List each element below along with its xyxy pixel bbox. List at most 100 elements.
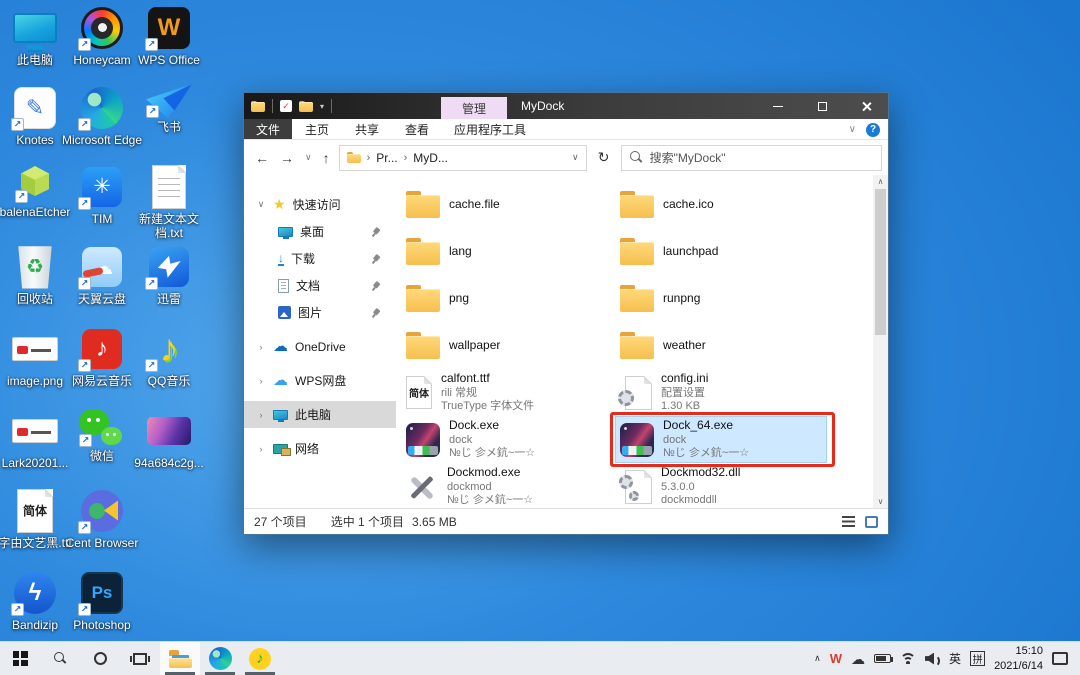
- start-button[interactable]: [0, 642, 40, 675]
- file-item-dockmod-exe[interactable]: Dockmod.exe dockmod №じ 㐱メ鈧~一☆: [401, 463, 613, 510]
- desktop-icon-cent-browser[interactable]: ↗ Cent Browser: [68, 487, 136, 551]
- file-item-weather[interactable]: weather: [615, 322, 827, 369]
- file-detail: dockmod: [447, 481, 533, 495]
- file-item-cache-file[interactable]: cache.file: [401, 181, 613, 228]
- address-dropdown-icon[interactable]: ∨: [572, 152, 579, 163]
- action-center-icon[interactable]: [1052, 652, 1068, 665]
- recent-locations-icon[interactable]: ∨: [305, 152, 312, 163]
- desktop-icon-photoshop[interactable]: Ps↗ Photoshop: [68, 569, 136, 633]
- nav-label: 文档: [296, 277, 320, 294]
- properties-check-icon[interactable]: ✓: [280, 100, 292, 112]
- taskbar-search-button[interactable]: [40, 642, 80, 675]
- ime-language[interactable]: 英: [949, 650, 961, 667]
- nav-wps-drive[interactable]: › ☁ WPS网盘: [244, 367, 396, 394]
- nav-quick-access[interactable]: ∨ ★ 快速访问: [244, 191, 396, 218]
- nav-desktop[interactable]: 桌面: [244, 218, 396, 245]
- breadcrumb-parent[interactable]: Pr...: [376, 151, 397, 165]
- chevron-right-icon[interactable]: ›: [256, 376, 266, 386]
- volume-icon[interactable]: [925, 653, 940, 665]
- manage-context-tab[interactable]: 管理: [441, 97, 507, 119]
- thumbnail-view-icon[interactable]: [865, 516, 878, 528]
- chevron-right-icon[interactable]: ›: [256, 444, 266, 454]
- file-item-calfont-ttf[interactable]: 简体 calfont.ttf rili 常规 TrueType 字体文件: [401, 369, 613, 416]
- nav-network[interactable]: › 网络: [244, 435, 396, 462]
- chevron-right-icon[interactable]: ›: [256, 342, 266, 352]
- desktop-icon-qq-music[interactable]: ♪↗ QQ音乐: [135, 325, 203, 389]
- nav-onedrive[interactable]: › ☁ OneDrive: [244, 333, 396, 360]
- close-button[interactable]: [844, 93, 888, 119]
- back-icon[interactable]: ←: [255, 150, 269, 166]
- title-bar[interactable]: ✓ ▾ 管理 MyDock: [244, 93, 888, 119]
- search-box[interactable]: 搜索"MyDock": [621, 145, 882, 171]
- file-name: lang: [449, 244, 472, 260]
- desktop-icon-wps-office[interactable]: W↗ WPS Office: [135, 4, 203, 68]
- file-item-dock-64-exe-selected[interactable]: Dock_64.exe dock №じ 㐱メ鈧~一☆: [615, 416, 827, 463]
- file-item-runpng[interactable]: runpng: [615, 275, 827, 322]
- taskbar-file-explorer[interactable]: [160, 642, 200, 675]
- cent-browser-icon: ↗: [78, 487, 126, 534]
- desktop-icon-label: Cent Browser: [59, 537, 145, 551]
- desktop-icon-balena-etcher[interactable]: ↗ balenaEtcher: [1, 163, 69, 220]
- nav-label: WPS网盘: [295, 372, 346, 389]
- nav-documents[interactable]: 文档: [244, 272, 396, 299]
- file-item-png[interactable]: png: [401, 275, 613, 322]
- desktop-icon-edge[interactable]: ↗ Microsoft Edge: [68, 84, 136, 148]
- scroll-down-icon[interactable]: ∨: [873, 497, 888, 506]
- desktop-icon-wallpaper-image[interactable]: 94a684c2g...: [135, 407, 203, 471]
- nav-downloads[interactable]: ↓ 下载: [244, 245, 396, 272]
- file-item-lang[interactable]: lang: [401, 228, 613, 275]
- tab-app-tools[interactable]: 应用程序工具: [442, 119, 538, 139]
- file-item-cache-ico[interactable]: cache.ico: [615, 181, 827, 228]
- file-item-wallpaper[interactable]: wallpaper: [401, 322, 613, 369]
- tab-share[interactable]: 共享: [342, 119, 392, 139]
- taskbar-qq-music[interactable]: ♪: [240, 642, 280, 675]
- task-view-button[interactable]: [120, 642, 160, 675]
- tab-file[interactable]: 文件: [244, 119, 292, 139]
- tools-icon: [406, 471, 438, 503]
- taskbar-clock[interactable]: 15:10 2021/6/14: [994, 644, 1043, 673]
- file-item-dockmod32-dll[interactable]: Dockmod32.dll 5.3.0.0 dockmoddll: [615, 463, 827, 510]
- recycle-bin-icon: ♻: [11, 243, 59, 290]
- pin-icon: [368, 306, 382, 320]
- wps-tray-icon[interactable]: W: [830, 651, 842, 666]
- tab-home[interactable]: 主页: [292, 119, 342, 139]
- chevron-right-icon[interactable]: ›: [256, 410, 266, 420]
- desktop-icon-xunlei[interactable]: ↗ 迅雷: [135, 243, 203, 307]
- tray-expand-icon[interactable]: ∧: [814, 653, 821, 664]
- separator: [272, 99, 273, 113]
- scroll-up-icon[interactable]: ∧: [873, 177, 888, 186]
- cloud-tray-icon[interactable]: ☁: [851, 652, 865, 666]
- maximize-button[interactable]: [800, 93, 844, 119]
- file-item-dock-exe[interactable]: Dock.exe dock №じ 㐱メ鈧~一☆: [401, 416, 613, 463]
- qat-dropdown-icon[interactable]: ▾: [320, 102, 324, 111]
- file-item-launchpad[interactable]: launchpad: [615, 228, 827, 275]
- ime-mode[interactable]: 拼: [970, 651, 985, 666]
- taskbar-edge[interactable]: [200, 642, 240, 675]
- wallpaper-thumbnail-icon: [145, 407, 193, 454]
- new-folder-icon[interactable]: [299, 101, 313, 112]
- desktop-icon-feishu[interactable]: ↗ 飞书: [135, 84, 203, 135]
- nav-this-pc[interactable]: › 此电脑: [244, 401, 396, 428]
- refresh-button[interactable]: ↻: [591, 145, 617, 171]
- forward-icon[interactable]: →: [280, 150, 294, 166]
- breadcrumb-current[interactable]: MyD...: [413, 151, 448, 165]
- scrollbar-thumb[interactable]: [875, 189, 886, 335]
- battery-icon[interactable]: [874, 654, 891, 663]
- minimize-button[interactable]: [756, 93, 800, 119]
- chevron-down-icon[interactable]: ∨: [256, 199, 266, 210]
- desktop-icon-new-text-file[interactable]: 新建文本文档.txt: [135, 163, 203, 241]
- up-icon[interactable]: ↑: [323, 150, 330, 166]
- details-view-icon[interactable]: [842, 516, 855, 527]
- help-icon[interactable]: ?: [866, 123, 880, 137]
- ribbon-expand-icon[interactable]: ∨: [849, 124, 856, 135]
- file-item-config-ini[interactable]: config.ini 配置设置 1.30 KB: [615, 369, 827, 416]
- nav-pictures[interactable]: 图片: [244, 299, 396, 326]
- tab-view[interactable]: 查看: [392, 119, 442, 139]
- wifi-icon[interactable]: [900, 653, 916, 664]
- vertical-scrollbar[interactable]: ∧ ∨: [873, 175, 888, 508]
- cortana-button[interactable]: [80, 642, 120, 675]
- refresh-icon: ↻: [598, 149, 610, 166]
- address-bar[interactable]: › Pr... › MyD... ∨: [339, 145, 587, 171]
- desktop-icon-wechat[interactable]: ↗ 微信: [68, 407, 136, 464]
- pin-icon: [368, 279, 382, 293]
